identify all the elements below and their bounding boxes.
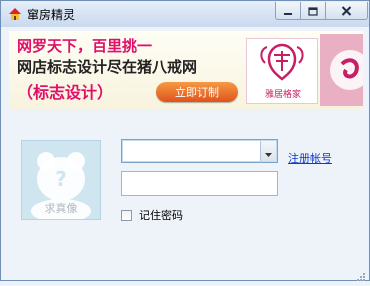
ad-order-button[interactable]: 立即订制 — [156, 82, 238, 102]
svg-text:?: ? — [55, 167, 67, 191]
ad-tagline: （标志设计） — [17, 83, 114, 102]
remember-password-row[interactable]: 记住密码 — [121, 207, 183, 223]
ad-subheadline: 网店标志设计尽在猪八戒网 — [17, 58, 198, 76]
combo-dropdown-button[interactable] — [260, 141, 276, 161]
remember-password-checkbox[interactable] — [121, 209, 132, 221]
password-field[interactable] — [121, 171, 278, 196]
minimize-button[interactable] — [275, 2, 301, 20]
ad-swirl-icon — [330, 50, 363, 90]
default-avatar-icon: ? 求真像 — [31, 152, 91, 223]
ad-logo-sample: 雅居格家 — [246, 38, 318, 104]
avatar-caption: 求真像 — [45, 201, 78, 215]
ad-headline: 网罗天下，百里挑一 — [17, 37, 153, 55]
ad-logo-sample-2 — [320, 34, 363, 106]
ad-banner[interactable]: 网罗天下，百里挑一 网店标志设计尽在猪八戒网 （标志设计） 立即订制 雅居格家 — [9, 31, 363, 109]
close-icon — [341, 1, 352, 20]
maximize-icon — [308, 1, 318, 20]
register-account-link[interactable]: 注册帐号 — [288, 150, 332, 166]
window-title: 窜房精灵 — [27, 8, 76, 22]
remember-password-label: 记住密码 — [139, 209, 183, 222]
ad-logo-emblem-icon — [260, 43, 304, 81]
maximize-button[interactable] — [300, 2, 326, 20]
login-window: 窜房精灵 网罗天下，百里挑一 网店标志设计尽在猪八戒网 （标志设计） 立即订制 — [0, 0, 370, 281]
title-bar[interactable]: 窜房精灵 — [1, 1, 369, 27]
minimize-icon — [283, 1, 293, 20]
chevron-down-icon — [265, 142, 272, 161]
ad-logo-caption: 雅居格家 — [264, 90, 301, 100]
close-button[interactable] — [325, 2, 368, 20]
resize-grip-icon[interactable] — [356, 267, 366, 281]
avatar[interactable]: ? 求真像 — [21, 140, 101, 223]
app-house-icon — [8, 6, 22, 20]
account-combobox[interactable] — [121, 139, 278, 163]
